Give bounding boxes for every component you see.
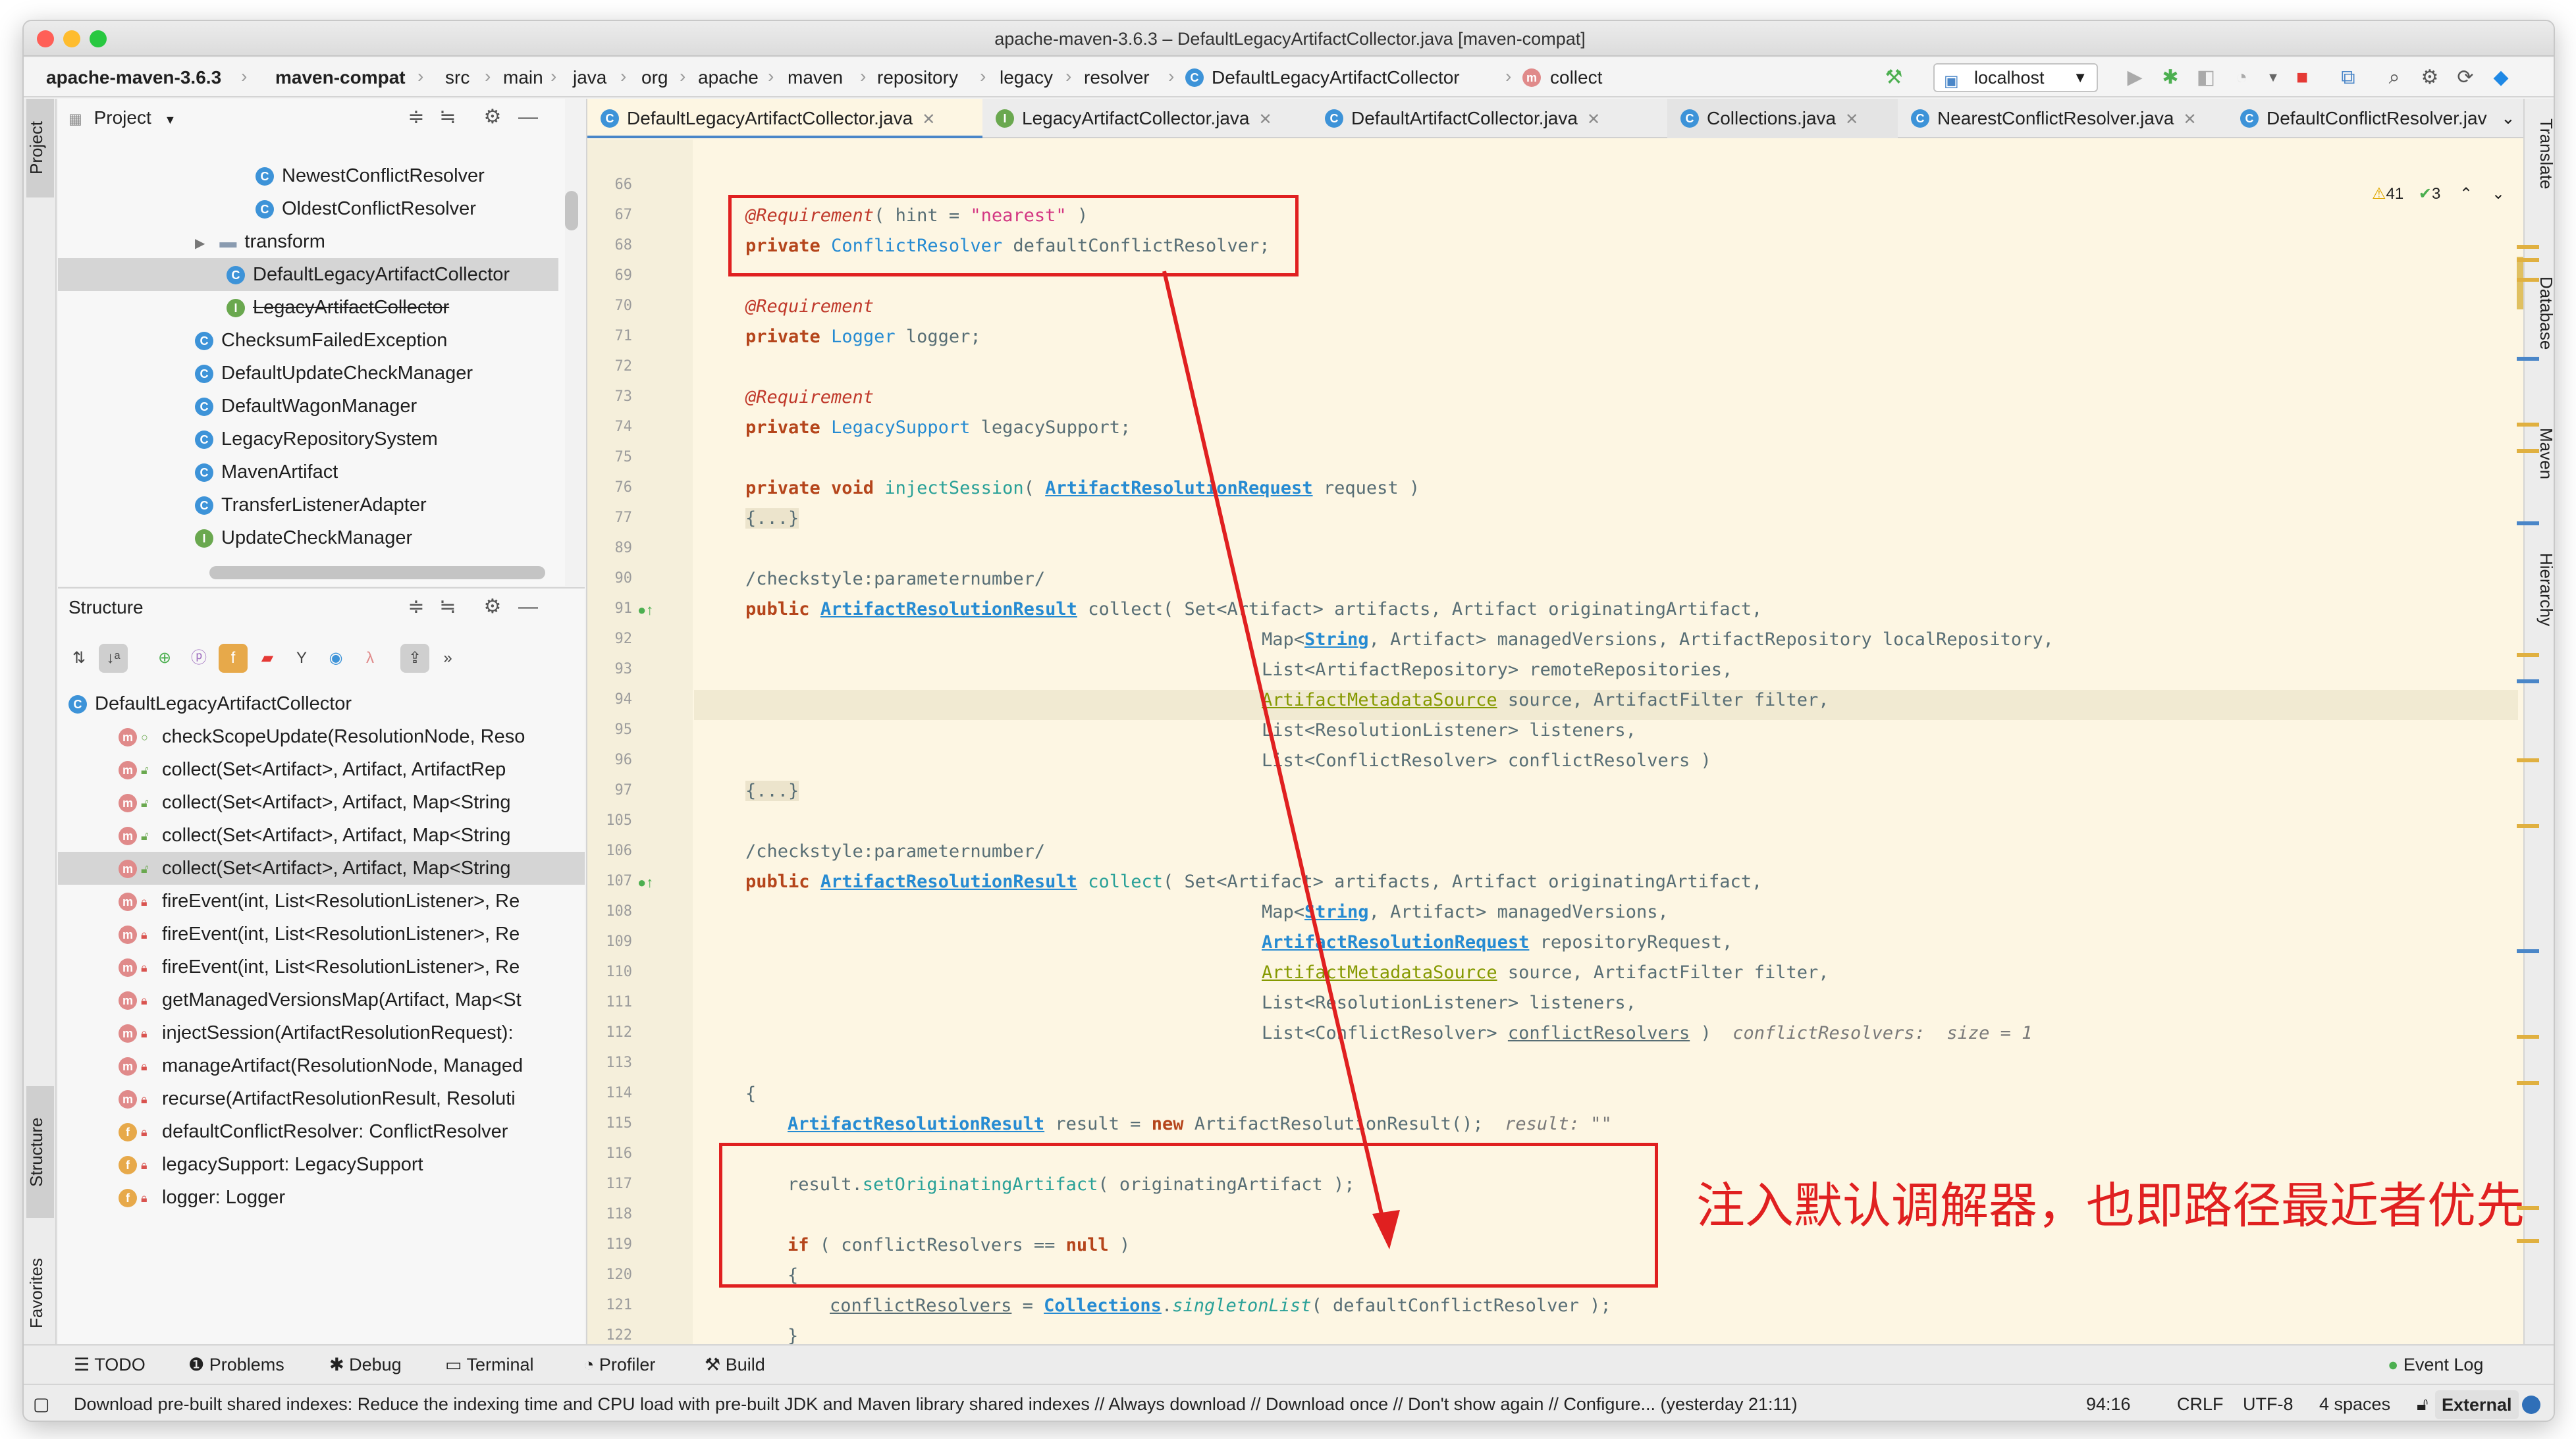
error-stripe-marker[interactable] [2517,1081,2539,1085]
error-stripe-marker[interactable] [2517,758,2539,762]
error-stripe-marker[interactable] [2517,949,2539,953]
ide-window: apache-maven-3.6.3 – DefaultLegacyArtifa… [22,20,2555,1422]
error-stripe-marker[interactable] [2517,653,2539,657]
error-stripe-marker[interactable] [2517,1035,2539,1039]
translate-tool-tab[interactable]: Translate [2529,118,2554,250]
error-stripe-marker[interactable] [2517,679,2539,683]
right-tool-strip: Translate Database Maven Hierarchy [2523,99,2554,1389]
list-icon: ☰ [74,1355,95,1374]
database-tool-tab[interactable]: Database [2529,276,2554,402]
error-stripe-marker[interactable] [2517,521,2539,525]
event-log-icon: ● [2388,1355,2403,1374]
status-bar: ▢ Download pre-built shared indexes: Red… [24,1384,2554,1421]
error-stripe-marker[interactable] [2517,423,2539,427]
error-stripe-marker[interactable] [2517,278,2539,282]
tool-terminal[interactable]: ▭ Terminal [445,1355,534,1375]
error-stripe-marker[interactable] [2517,449,2539,453]
terminal-icon: ▭ [445,1355,467,1374]
tool-event-log[interactable]: ● Event Log [2388,1355,2483,1375]
problems-icon: ❶ [188,1355,209,1374]
read-only-lock-icon[interactable]: 🔓︎ [2417,1394,2428,1415]
status-message[interactable]: Download pre-built shared indexes: Reduc… [74,1394,2049,1415]
caret-position[interactable]: 94:16 [2086,1394,2131,1415]
mode-indicator[interactable]: External [2435,1390,2519,1419]
tool-profiler[interactable]: ◔ Profiler [583,1355,655,1375]
tool-todo[interactable]: ☰ TODO [74,1355,146,1375]
error-stripe-marker[interactable] [2517,1206,2539,1210]
hierarchy-tool-tab[interactable]: Hierarchy [2529,553,2554,685]
tool-build[interactable]: ⚒ Build [705,1355,765,1375]
tool-debug[interactable]: ✱ Debug [329,1355,402,1375]
indent-setting[interactable]: 4 spaces [2319,1394,2390,1415]
profiler-icon: ◔ [583,1355,599,1374]
file-encoding[interactable]: UTF-8 [2243,1394,2294,1415]
tool-window-bar: ☰ TODO ❶ Problems ✱ Debug ▭ Terminal ◔ P… [24,1344,2554,1384]
error-stripe-marker[interactable] [2517,1239,2539,1243]
annotation-text: 注入默认调解器，也即路径最近者优先 [1696,1178,2525,1234]
error-stripe-marker[interactable] [2517,824,2539,828]
tool-problems[interactable]: ❶ Problems [188,1355,284,1375]
error-stripe-marker[interactable] [2517,245,2539,249]
error-stripe-marker[interactable] [2517,357,2539,361]
hammer-icon: ⚒ [705,1355,726,1374]
error-stripe-marker[interactable] [2517,258,2539,262]
line-separator[interactable]: CRLF [2177,1394,2224,1415]
memory-indicator-icon[interactable] [2522,1396,2540,1414]
maven-tool-tab[interactable]: Maven [2529,428,2554,527]
bug-icon: ✱ [329,1355,350,1374]
toggle-tool-windows-icon[interactable]: ▢ [33,1394,50,1415]
